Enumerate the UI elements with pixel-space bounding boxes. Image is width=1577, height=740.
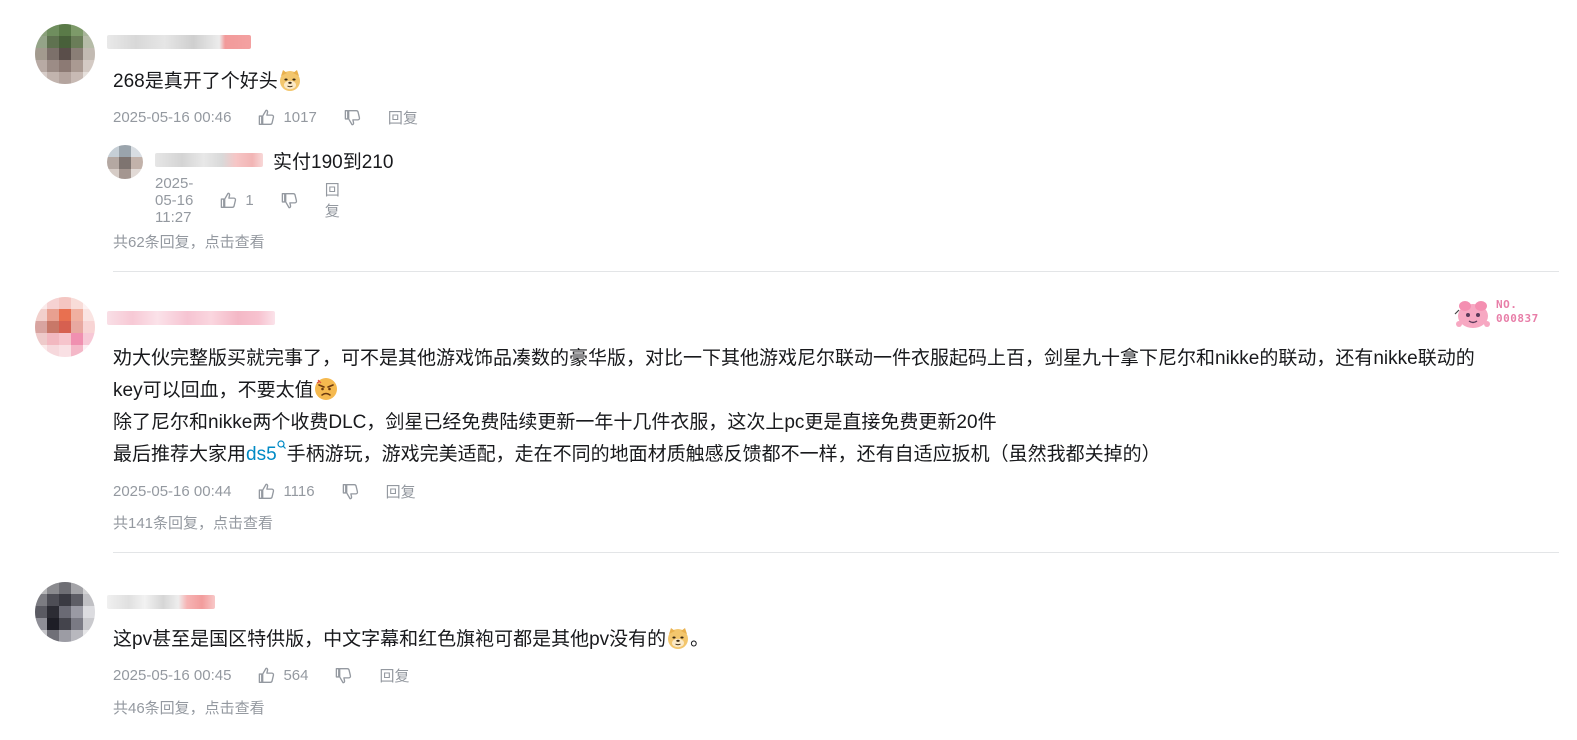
like-button[interactable]: 1017	[257, 108, 317, 127]
reply-button[interactable]: 回复	[388, 107, 418, 128]
view-more-replies[interactable]: 共46条回复，点击查看	[113, 697, 265, 718]
like-count: 1017	[283, 108, 317, 126]
avatar[interactable]	[35, 297, 95, 357]
search-link[interactable]: ds5	[246, 440, 287, 465]
avatar[interactable]	[35, 24, 95, 84]
like-count: 1116	[283, 482, 315, 500]
comment-meta: 2025-05-16 00:46 1017 回复	[113, 107, 418, 127]
sub-reply-username[interactable]	[155, 153, 263, 167]
username[interactable]	[107, 311, 275, 325]
comment-text: 劝大伙完整版买就完事了，可不是其他游戏饰品凑数的豪华版，对比一下其他游戏尼尔联动…	[113, 348, 1475, 369]
like-button[interactable]: 1	[219, 191, 254, 210]
search-link-icon	[277, 440, 286, 449]
search-link-text[interactable]: ds5	[246, 444, 277, 465]
username[interactable]	[107, 35, 251, 49]
comment-time: 2025-05-16 00:45	[113, 666, 232, 684]
comment-text: key可以回血，不要太值	[113, 380, 314, 401]
dislike-button[interactable]	[334, 666, 353, 685]
thumbs-up-icon	[257, 108, 276, 127]
like-button[interactable]: 564	[257, 666, 308, 685]
comment-text: 。	[690, 629, 710, 650]
divider	[113, 552, 1559, 553]
badge-number: NO. 000837	[1496, 298, 1539, 325]
sub-reply-text: 实付190到210	[273, 152, 394, 173]
comment-text: 268是真开了个好头	[113, 71, 278, 92]
divider	[113, 271, 1559, 272]
like-count: 1	[245, 191, 254, 209]
like-count: 564	[283, 666, 309, 684]
view-more-replies[interactable]: 共62条回复，点击查看	[113, 231, 265, 252]
comment-content: 这pv甚至是国区特供版，中文字幕和红色旗袍可都是其他pv没有的 。	[113, 624, 1547, 656]
comment-text: 手柄游玩，游戏完美适配，走在不同的地面材质触感反馈都不一样，还有自适应扳机（虽然…	[286, 444, 1161, 465]
badge-mascot-icon	[1454, 301, 1490, 328]
fan-badge: NO. 000837	[1453, 296, 1553, 330]
reply-button[interactable]: 回复	[379, 665, 409, 686]
view-more-replies[interactable]: 共141条回复，点击查看	[113, 512, 273, 533]
thumbs-up-icon	[257, 482, 276, 501]
comment-meta: 2025-05-16 00:44 1116 回复	[113, 481, 416, 501]
dislike-button[interactable]	[280, 191, 299, 210]
comment-meta: 2025-05-16 00:45 564 回复	[113, 665, 409, 685]
comment-time: 2025-05-16 00:46	[113, 108, 232, 126]
comment-text: 这pv甚至是国区特供版，中文字幕和红色旗袍可都是其他pv没有的	[113, 629, 667, 650]
sub-reply-time: 2025-05-16 11:27	[155, 174, 194, 226]
dislike-button[interactable]	[343, 108, 362, 127]
thumbs-up-icon	[257, 666, 276, 685]
reply-button[interactable]: 回复	[386, 481, 416, 502]
comment-time: 2025-05-16 00:44	[113, 482, 232, 500]
reply-button[interactable]: 回复	[325, 179, 340, 221]
avatar[interactable]	[35, 582, 95, 642]
comment-content: 268是真开了个好头	[113, 66, 1547, 98]
thumbs-down-icon	[341, 482, 360, 501]
comment-text: 最后推荐大家用	[113, 444, 247, 465]
like-button[interactable]: 1116	[257, 482, 315, 501]
comment-content: 劝大伙完整版买就完事了，可不是其他游戏饰品凑数的豪华版，对比一下其他游戏尼尔联动…	[113, 343, 1547, 471]
angry-emoji-icon	[314, 377, 338, 401]
thumbs-down-icon	[343, 108, 362, 127]
doge-emoji-icon	[666, 626, 690, 650]
thumbs-down-icon	[334, 666, 353, 685]
sub-reply-meta: 2025-05-16 11:27 1 回复	[155, 175, 340, 226]
thumbs-up-icon	[219, 191, 238, 210]
username[interactable]	[107, 595, 215, 609]
doge-emoji-icon	[278, 68, 302, 92]
dislike-button[interactable]	[341, 482, 360, 501]
sub-reply-avatar[interactable]	[107, 145, 143, 179]
comment-text: 除了尼尔和nikke两个收费DLC，剑星已经免费陆续更新一年十几件衣服，这次上p…	[113, 412, 997, 433]
thumbs-down-icon	[280, 191, 299, 210]
